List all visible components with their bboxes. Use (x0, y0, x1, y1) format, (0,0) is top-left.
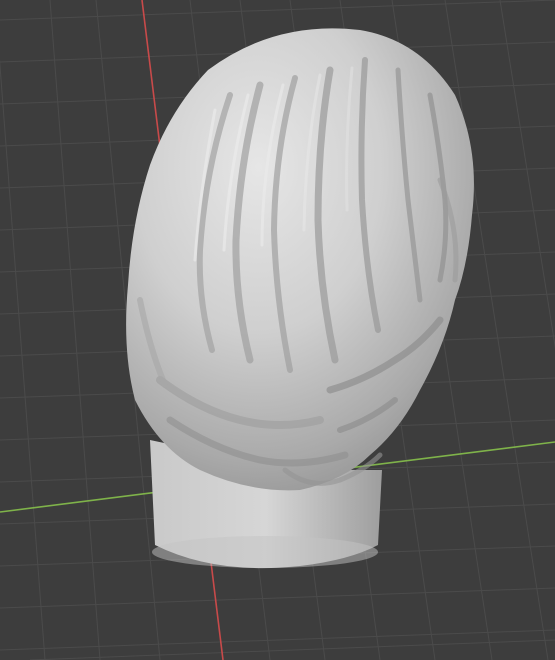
sculpted-head-bust[interactable] (126, 28, 474, 569)
viewport-canvas[interactable] (0, 0, 555, 660)
3d-viewport[interactable] (0, 0, 555, 660)
